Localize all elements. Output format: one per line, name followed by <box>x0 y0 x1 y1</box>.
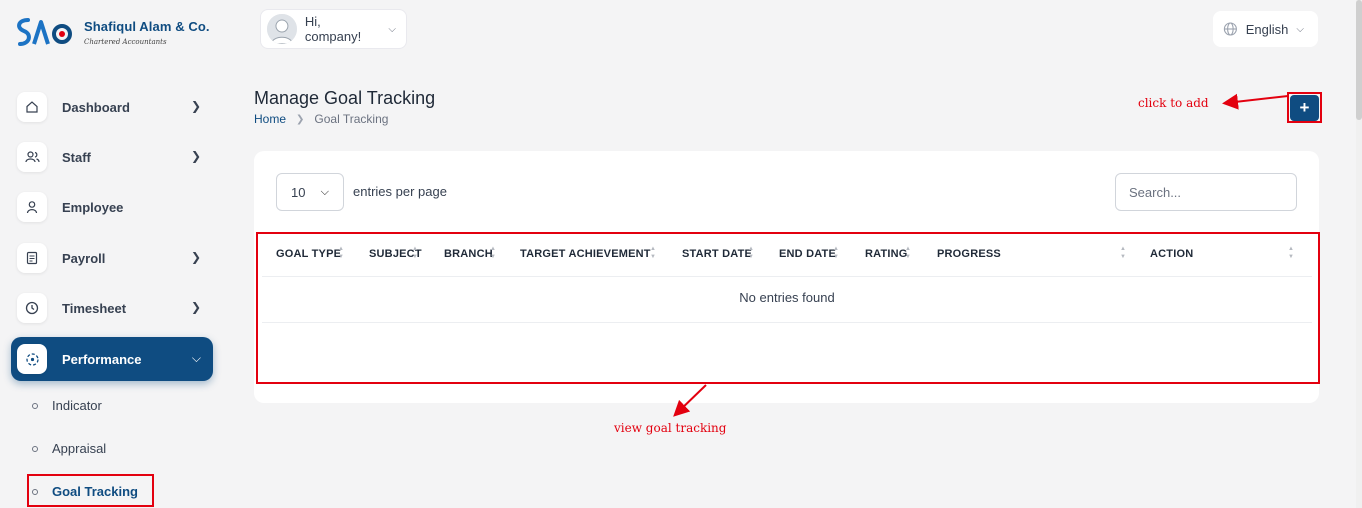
arrow-to-add-button <box>1222 93 1289 110</box>
arrow-to-table <box>673 384 707 417</box>
annotation-arrows <box>673 93 1289 417</box>
